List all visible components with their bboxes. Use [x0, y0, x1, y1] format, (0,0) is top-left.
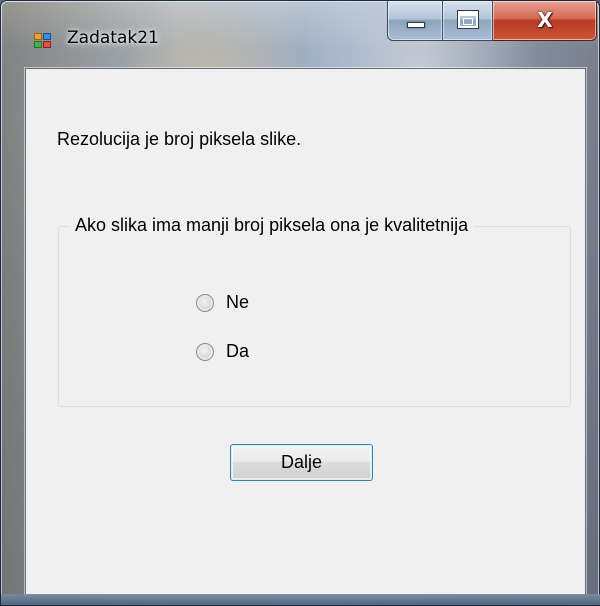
next-button[interactable]: Dalje: [230, 444, 373, 481]
window-title: Zadatak21: [67, 28, 159, 48]
radio-option-ne[interactable]: Ne: [196, 292, 249, 313]
window-bottom-border[interactable]: [1, 594, 600, 605]
app-window: Zadatak21 X Rezolucija je broj piksela s…: [0, 0, 600, 606]
minimize-icon: [407, 22, 425, 28]
maximize-button[interactable]: [443, 1, 493, 41]
client-area: Rezolucija je broj piksela slike. Ako sl…: [25, 68, 586, 596]
maximize-icon: [457, 10, 479, 29]
radio-label-da[interactable]: Da: [226, 341, 249, 362]
close-icon: X: [537, 8, 553, 32]
radio-circle-icon[interactable]: [196, 293, 214, 312]
radio-option-da[interactable]: Da: [196, 341, 249, 362]
answer-groupbox: Ako slika ima manji broj piksela ona je …: [58, 215, 571, 407]
app-icon[interactable]: [34, 33, 52, 49]
radio-label-ne[interactable]: Ne: [226, 292, 249, 313]
title-bar[interactable]: Zadatak21 X: [1, 1, 600, 67]
caption-buttons: X: [387, 1, 597, 41]
groupbox-title: Ako slika ima manji broj piksela ona je …: [69, 215, 475, 236]
statement-label: Rezolucija je broj piksela slike.: [57, 129, 302, 149]
close-button[interactable]: X: [493, 1, 597, 41]
minimize-button[interactable]: [387, 1, 443, 41]
radio-circle-icon[interactable]: [196, 342, 214, 361]
